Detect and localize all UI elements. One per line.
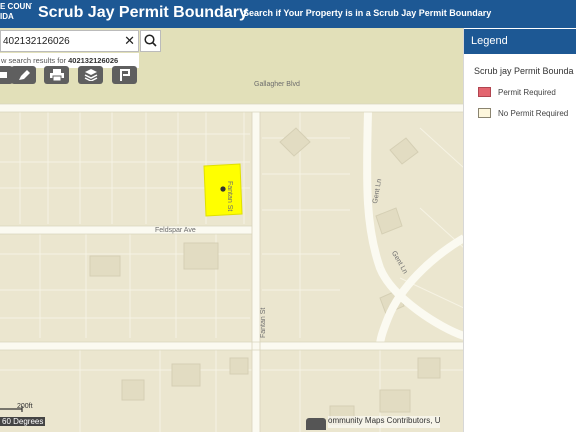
search-icon [144,34,157,47]
road-label-fantan-st-south: Fantan St [260,307,267,338]
road-label-gallagher-blvd: Gallagher Blvd [254,81,300,88]
roads [0,104,464,432]
parcel-lines [0,112,464,432]
county-logo: E COUNTY IDA [0,2,32,24]
layers-button[interactable] [78,66,103,84]
print-button[interactable] [44,66,69,84]
attribution-toggle-button[interactable] [306,418,326,430]
legend-item-permit-required: Permit Required [498,88,556,97]
legend-panel: Legend Scrub jay Permit Bounda Permit Re… [464,28,576,432]
layers-icon [84,69,98,81]
draw-button[interactable] [11,66,36,84]
map-attribution: ommunity Maps Contributors, U [328,416,441,428]
app-tagline: Search if Your Property is in a Scrub Ja… [243,8,492,18]
logo-line-1: E COUNTY [0,2,32,11]
parcel-location-marker [220,186,226,192]
no-permit-required-swatch [478,108,491,118]
suggestion-query: 402132126026 [68,56,119,65]
rotation-label: 60 Degrees [0,417,46,426]
legend-title: Legend [464,29,576,54]
suggestion-prefix: w search results for [1,56,69,65]
legend-item-no-permit-required: No Permit Required [498,109,569,118]
road-label-feldspar-ave: Feldspar Ave [155,227,196,234]
print-icon [50,69,64,81]
scale-label: 200ft [17,403,33,410]
app-title: Scrub Jay Permit Boundary [38,4,248,21]
bookmark-icon [120,69,130,81]
ruler-icon [0,72,7,78]
search-box: ✕ [0,30,139,52]
search-button[interactable] [140,30,161,52]
edit-icon [19,70,30,80]
legend-layer-name: Scrub jay Permit Bounda [474,66,574,76]
road-label-fantan-st-north: Fantan St [226,181,233,212]
search-input[interactable] [3,34,113,48]
logo-line-2: IDA [0,12,14,21]
map-view[interactable]: Gallagher Blvd Feldspar Ave Fantan St Fa… [0,28,464,432]
app-header: E COUNTY IDA Scrub Jay Permit Boundary S… [0,0,576,28]
clear-search-icon[interactable]: ✕ [124,33,135,49]
basemap [0,28,464,432]
permit-required-swatch [478,87,491,97]
bookmarks-button[interactable] [112,66,137,84]
